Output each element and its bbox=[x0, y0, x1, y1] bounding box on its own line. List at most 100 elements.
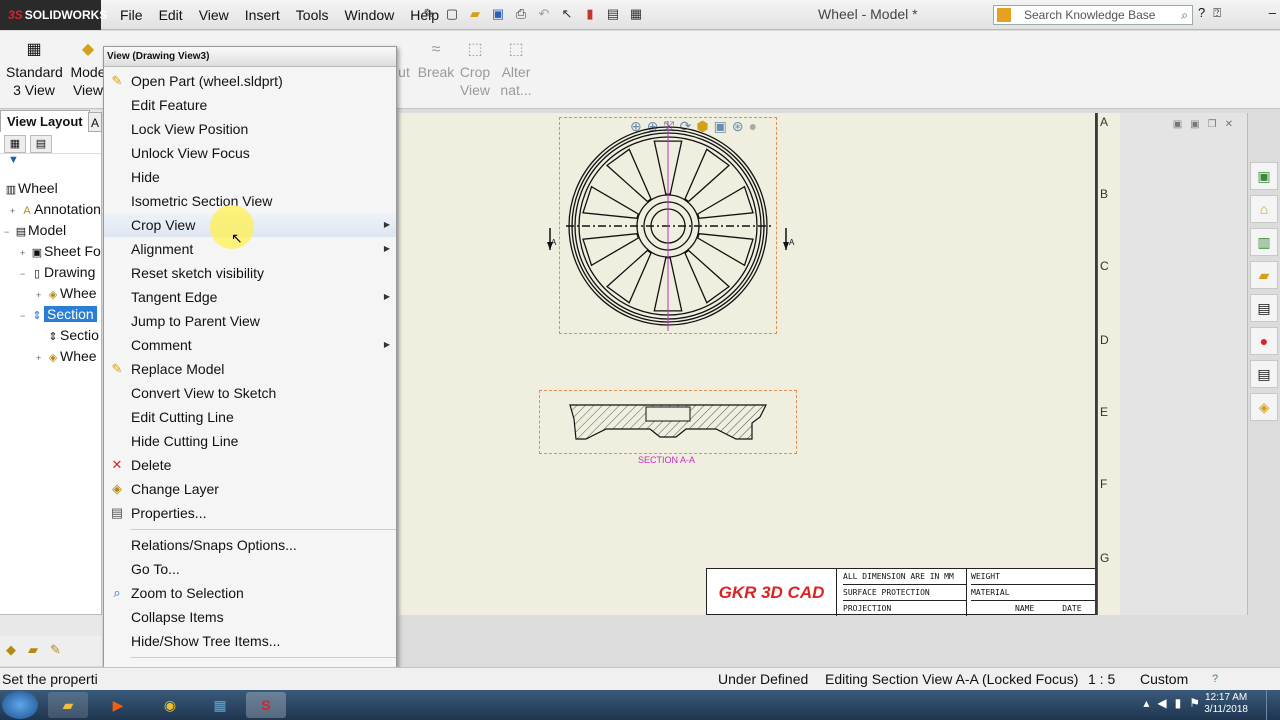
select-icon[interactable]: ↖ bbox=[558, 5, 576, 23]
clock[interactable]: 12:17 AM 3/11/2018 bbox=[1204, 692, 1248, 716]
tab-annotation[interactable]: A bbox=[88, 112, 102, 132]
chrome-taskbar-icon[interactable]: ◉ bbox=[150, 692, 190, 718]
menu-item-tangent-edge[interactable]: Tangent Edge ▶ bbox=[104, 285, 396, 309]
collapse-icon[interactable]: − bbox=[4, 222, 14, 242]
rebuild-icon[interactable]: ▮ bbox=[581, 5, 599, 23]
open-folder-icon[interactable]: ▰ bbox=[466, 5, 484, 23]
menu-item-change-layer[interactable]: ◈ Change Layer bbox=[104, 477, 396, 501]
layer-icon[interactable]: ▰ bbox=[28, 642, 46, 658]
menu-item-jump-to-parent-view[interactable]: Jump to Parent View bbox=[104, 309, 396, 333]
menu-item-go-to[interactable]: Go To... bbox=[104, 557, 396, 581]
design-library-icon[interactable]: ⌂ bbox=[1250, 195, 1278, 223]
restore-icon[interactable]: ❐ bbox=[1208, 119, 1217, 130]
menu-item-alignment[interactable]: Alignment ▶ bbox=[104, 237, 396, 261]
tree-item-model[interactable]: − ▤ Model bbox=[4, 220, 66, 242]
file-explorer-icon[interactable]: ▥ bbox=[1250, 228, 1278, 256]
search-knowledge-base-input[interactable]: Search Knowledge Base ⌕ bbox=[993, 5, 1193, 25]
cutout-button[interactable]: ut bbox=[394, 41, 414, 81]
file-explorer-taskbar-icon[interactable]: ▰ bbox=[48, 692, 88, 718]
menu-item-comment[interactable]: Comment ▶ bbox=[104, 333, 396, 357]
network-icon[interactable]: ▮ bbox=[1175, 696, 1182, 710]
options-icon[interactable]: ▦ bbox=[627, 5, 645, 23]
menu-item-lock-view-position[interactable]: Lock View Position bbox=[104, 117, 396, 141]
cascade-icon[interactable]: ▣ bbox=[1190, 119, 1199, 130]
model-view-button[interactable]: ◆ Mode View bbox=[68, 41, 108, 99]
tree-item-wheel-part[interactable]: + ◈ Whee bbox=[36, 283, 97, 305]
file-properties-icon[interactable]: ▤ bbox=[604, 5, 622, 23]
tray-arrow-icon[interactable]: ▴ bbox=[1143, 696, 1149, 710]
user-icon[interactable]: ⍰ bbox=[1213, 5, 1221, 21]
tree-item-section-line[interactable]: ⇕ Sectio bbox=[46, 325, 99, 347]
save-icon[interactable]: ▣ bbox=[489, 5, 507, 23]
menu-item-replace-model[interactable]: ✎ Replace Model bbox=[104, 357, 396, 381]
search-icon[interactable]: ⌕ bbox=[1181, 6, 1188, 24]
menu-file[interactable]: File bbox=[112, 6, 151, 24]
help-icon[interactable]: ? bbox=[1198, 5, 1205, 21]
tree-item-drawing-view[interactable]: − ▯ Drawing bbox=[20, 262, 95, 284]
expand-icon[interactable]: + bbox=[36, 348, 46, 368]
tab-view-layout[interactable]: View Layout bbox=[0, 110, 90, 132]
unit-system-selector[interactable]: Custom bbox=[1140, 668, 1188, 690]
solidworks-resources-icon[interactable]: ▣ bbox=[1250, 162, 1278, 190]
menu-item-hide-cutting-line[interactable]: Hide Cutting Line bbox=[104, 429, 396, 453]
volume-icon[interactable]: ◀ bbox=[1157, 696, 1166, 710]
menu-item-open-part-wheel-sldprt[interactable]: ✎ Open Part (wheel.sldprt) bbox=[104, 69, 396, 93]
property-manager-tab-icon[interactable]: ▤ bbox=[30, 135, 52, 153]
menu-item-edit-cutting-line[interactable]: Edit Cutting Line bbox=[104, 405, 396, 429]
alternate-position-button[interactable]: ⬚ Alter nat... bbox=[496, 41, 536, 99]
tree-item-wheel[interactable]: ▥ Wheel bbox=[4, 178, 58, 200]
close-icon[interactable]: ✕ bbox=[1225, 119, 1233, 130]
appearances-icon[interactable]: ● bbox=[1250, 327, 1278, 355]
menu-item-zoom-to-selection[interactable]: ⌕ Zoom to Selection bbox=[104, 581, 396, 605]
tree-item-wheel-part-2[interactable]: + ◈ Whee bbox=[36, 346, 97, 368]
menu-item-hide-show-tree-items[interactable]: Hide/Show Tree Items... bbox=[104, 629, 396, 653]
tile-icon[interactable]: ▣ bbox=[1173, 119, 1182, 130]
status-scale[interactable]: 1 : 5 bbox=[1088, 668, 1115, 690]
menu-item-hide[interactable]: Hide bbox=[104, 165, 396, 189]
expand-icon[interactable]: + bbox=[20, 243, 30, 263]
menu-item-reset-sketch-visibility[interactable]: Reset sketch visibility bbox=[104, 261, 396, 285]
menu-item-convert-view-to-sketch[interactable]: Convert View to Sketch bbox=[104, 381, 396, 405]
standard-3-view-button[interactable]: ▦ Standard 3 View bbox=[6, 41, 63, 99]
start-button[interactable] bbox=[2, 691, 38, 719]
print-icon[interactable]: ⎙ bbox=[512, 5, 530, 23]
expand-icon[interactable]: + bbox=[36, 285, 46, 305]
menu-item-delete[interactable]: ✕ Delete bbox=[104, 453, 396, 477]
menu-item-collapse-items[interactable]: Collapse Items bbox=[104, 605, 396, 629]
menu-view[interactable]: View bbox=[191, 6, 237, 24]
break-button[interactable]: ≈ Break bbox=[416, 41, 456, 81]
flag-icon[interactable]: ⚑ bbox=[1189, 696, 1200, 710]
feature-tree-tab-icon[interactable]: ▦ bbox=[4, 135, 26, 153]
expand-icon[interactable]: + bbox=[10, 201, 20, 221]
tree-item-sheet-format[interactable]: + ▣ Sheet Fo bbox=[20, 241, 101, 263]
menu-edit[interactable]: Edit bbox=[151, 6, 191, 24]
add-sheet-icon[interactable]: ◆ bbox=[6, 642, 24, 658]
filter-icon[interactable]: ▼ bbox=[0, 154, 101, 168]
solidworks-taskbar-icon[interactable]: S bbox=[246, 692, 286, 718]
folder-icon[interactable]: ▰ bbox=[1250, 261, 1278, 289]
menu-tools[interactable]: Tools bbox=[288, 6, 337, 24]
apps-taskbar-icon[interactable]: ▦ bbox=[200, 692, 240, 718]
crop-view-button[interactable]: ⬚ Crop View bbox=[456, 41, 494, 99]
custom-properties-icon[interactable]: ▤ bbox=[1250, 360, 1278, 388]
rebuild-status-icon[interactable]: ? bbox=[1212, 668, 1218, 690]
menu-item-unlock-view-focus[interactable]: Unlock View Focus bbox=[104, 141, 396, 165]
menu-item-isometric-section-view[interactable]: Isometric Section View bbox=[104, 189, 396, 213]
new-document-icon[interactable]: ▢ bbox=[443, 5, 461, 23]
collapse-icon[interactable]: − bbox=[20, 264, 30, 284]
menu-insert[interactable]: Insert bbox=[237, 6, 288, 24]
minimize-icon[interactable]: ‒ bbox=[1269, 5, 1276, 20]
tree-item-section-view[interactable]: − ⇕ Section bbox=[20, 304, 97, 326]
media-player-taskbar-icon[interactable]: ▶ bbox=[98, 692, 138, 718]
wheel-section-view[interactable] bbox=[566, 399, 770, 443]
undo-icon[interactable]: ↶ bbox=[535, 5, 553, 23]
collapse-icon[interactable]: − bbox=[20, 306, 30, 326]
menu-item-properties[interactable]: ▤ Properties... bbox=[104, 501, 396, 525]
tree-item-annotations[interactable]: + A Annotation bbox=[10, 199, 101, 221]
pin-icon[interactable]: ✎ bbox=[420, 5, 438, 23]
edit-icon[interactable]: ✎ bbox=[50, 642, 68, 658]
view-palette-icon[interactable]: ▤ bbox=[1250, 294, 1278, 322]
show-desktop-button[interactable] bbox=[1266, 690, 1280, 720]
forum-icon[interactable]: ◈ bbox=[1250, 393, 1278, 421]
menu-item-edit-feature[interactable]: Edit Feature bbox=[104, 93, 396, 117]
